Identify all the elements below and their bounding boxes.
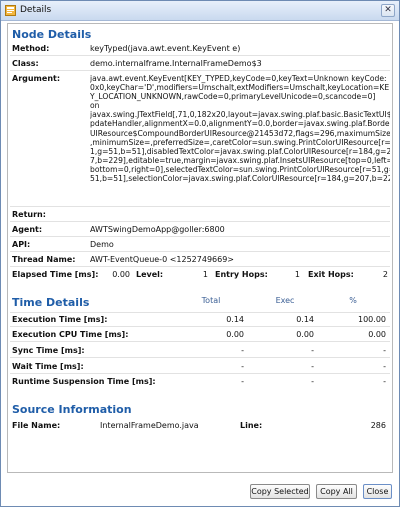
row-separator (10, 341, 390, 342)
window-title: Details (20, 5, 52, 15)
row-exec: - (311, 346, 314, 355)
line-value: 286 (370, 421, 386, 430)
row-total: 0.14 (226, 315, 244, 324)
elapsed-label: Elapsed Time [ms]: (12, 270, 99, 279)
class-value: demo.internalframe.InternalFrameDemo$3 (90, 59, 262, 68)
row-exec: - (311, 362, 314, 371)
row-separator (10, 373, 390, 374)
row-pct: 100.00 (358, 315, 386, 324)
line-label: Line: (240, 421, 263, 430)
row-label: Wait Time [ms]: (12, 362, 84, 371)
close-button[interactable]: Close (363, 484, 392, 499)
api-label: API: (12, 240, 31, 249)
source-info-heading: Source Information (12, 403, 132, 416)
node-details-heading: Node Details (12, 28, 92, 41)
argument-value[interactable]: java.awt.event.KeyEvent[KEY_TYPED,keyCod… (90, 74, 390, 209)
close-icon[interactable]: ✕ (381, 4, 395, 17)
row-separator (10, 326, 390, 327)
row-label: Execution Time [ms]: (12, 315, 108, 324)
row-separator (10, 312, 390, 313)
row-separator (10, 55, 390, 56)
row-pct: - (383, 377, 386, 386)
agent-label: Agent: (12, 225, 43, 234)
row-separator (10, 236, 390, 237)
row-label: Runtime Suspension Time [ms]: (12, 377, 156, 386)
row-separator (10, 70, 390, 71)
exit-hops-label: Exit Hops: (308, 270, 354, 279)
agent-value: AWTSwingDemoApp@goller:6800 (90, 225, 225, 234)
copy-selected-button[interactable]: Copy Selected (250, 484, 310, 499)
level-label: Level: (136, 270, 164, 279)
method-value: keyTyped(java.awt.event.KeyEvent e) (90, 44, 241, 53)
return-label: Return: (12, 210, 46, 219)
level-value: 1 (202, 270, 208, 279)
copy-all-button[interactable]: Copy All (316, 484, 357, 499)
row-pct: 0.00 (368, 330, 386, 339)
col-total-header: Total (201, 296, 221, 305)
row-total: - (241, 377, 244, 386)
details-window: Details ✕ Node Details Method: keyTyped(… (0, 0, 400, 507)
row-exec: 0.14 (296, 315, 314, 324)
row-separator (10, 357, 390, 358)
row-label: Execution CPU Time [ms]: (12, 330, 129, 339)
entry-hops-value: 1 (294, 270, 300, 279)
row-separator (10, 221, 390, 222)
class-label: Class: (12, 59, 39, 68)
col-exec-header: Exec (275, 296, 295, 305)
entry-hops-label: Entry Hops: (215, 270, 268, 279)
row-exec: - (311, 377, 314, 386)
app-icon (5, 5, 16, 16)
row-separator (10, 266, 390, 267)
thread-value: AWT-EventQueue-0 <1252749669> (90, 255, 235, 264)
details-panel: Node Details Method: keyTyped(java.awt.e… (7, 23, 393, 473)
title-bar[interactable]: Details ✕ (1, 1, 399, 21)
row-label: Sync Time [ms]: (12, 346, 85, 355)
api-value: Demo (90, 240, 114, 249)
method-label: Method: (12, 44, 50, 53)
file-name-value: InternalFrameDemo.java (100, 421, 199, 430)
row-separator (10, 251, 390, 252)
row-total: - (241, 362, 244, 371)
thread-label: Thread Name: (12, 255, 76, 264)
row-total: 0.00 (226, 330, 244, 339)
row-exec: 0.00 (296, 330, 314, 339)
row-total: - (241, 346, 244, 355)
exit-hops-value: 2 (382, 270, 388, 279)
col-pct-header: % (349, 296, 357, 305)
row-pct: - (383, 362, 386, 371)
time-details-heading: Time Details (12, 296, 90, 309)
argument-label: Argument: (12, 74, 61, 83)
elapsed-value: 0.00 (112, 270, 130, 279)
row-separator (10, 206, 390, 207)
file-name-label: File Name: (12, 421, 61, 430)
row-pct: - (383, 346, 386, 355)
